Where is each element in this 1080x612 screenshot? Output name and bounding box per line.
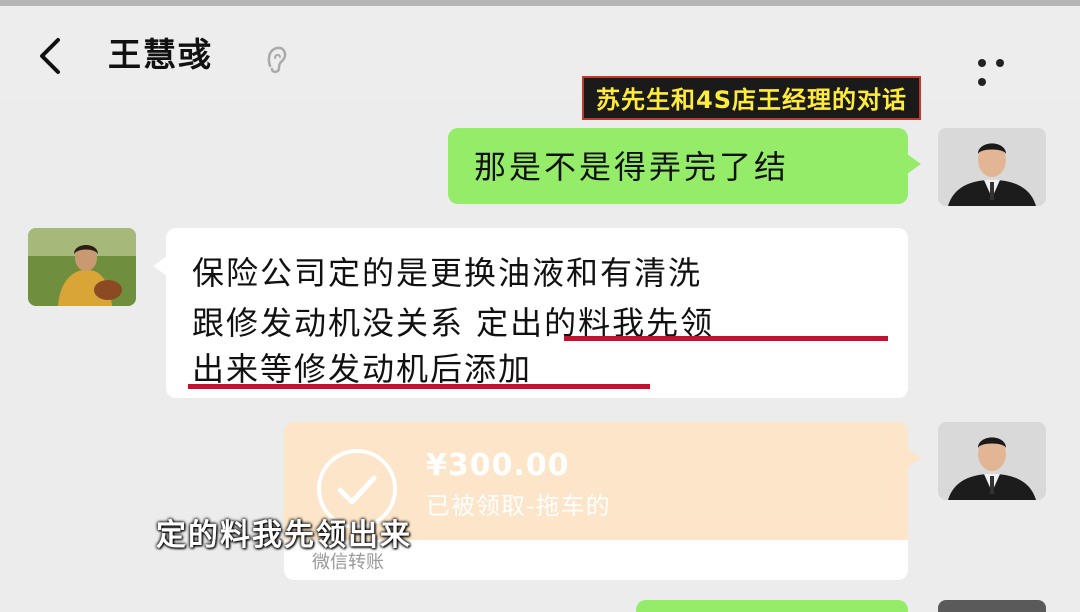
highlight-underline bbox=[564, 336, 888, 341]
wechat-transfer-card[interactable]: ¥300.00 已被领取-拖车的 微信转账 bbox=[284, 422, 921, 580]
my-avatar[interactable] bbox=[938, 128, 1046, 206]
my-avatar-partial[interactable] bbox=[938, 600, 1046, 612]
video-caption: 苏先生和4S店王经理的对话 bbox=[582, 76, 921, 120]
highlight-underline bbox=[188, 384, 650, 389]
received-message-bubble[interactable]: 保险公司定的是更换油液和有清洗 跟修发动机没关系 定出的料我先领 出来等修发动机… bbox=[153, 228, 908, 398]
video-subtitle: 定的料我先领出来 bbox=[156, 518, 412, 553]
my-avatar[interactable] bbox=[938, 422, 1046, 500]
message-line: 保险公司定的是更换油液和有清洗 bbox=[192, 254, 703, 292]
sent-message-bubble-partial[interactable] bbox=[636, 600, 908, 612]
chat-title: 王慧彧 bbox=[108, 35, 213, 74]
contact-avatar[interactable] bbox=[28, 228, 136, 306]
ear-icon bbox=[267, 46, 287, 74]
transfer-amount: ¥300.00 bbox=[426, 448, 570, 483]
transfer-status: 已被领取-拖车的 bbox=[426, 492, 611, 520]
sent-message-bubble[interactable]: 那是不是得弄完了结 bbox=[448, 128, 921, 204]
more-dots-icon[interactable] bbox=[978, 52, 1030, 86]
chevron-left-icon[interactable] bbox=[30, 32, 70, 80]
message-text: 那是不是得弄完了结 bbox=[474, 148, 790, 186]
